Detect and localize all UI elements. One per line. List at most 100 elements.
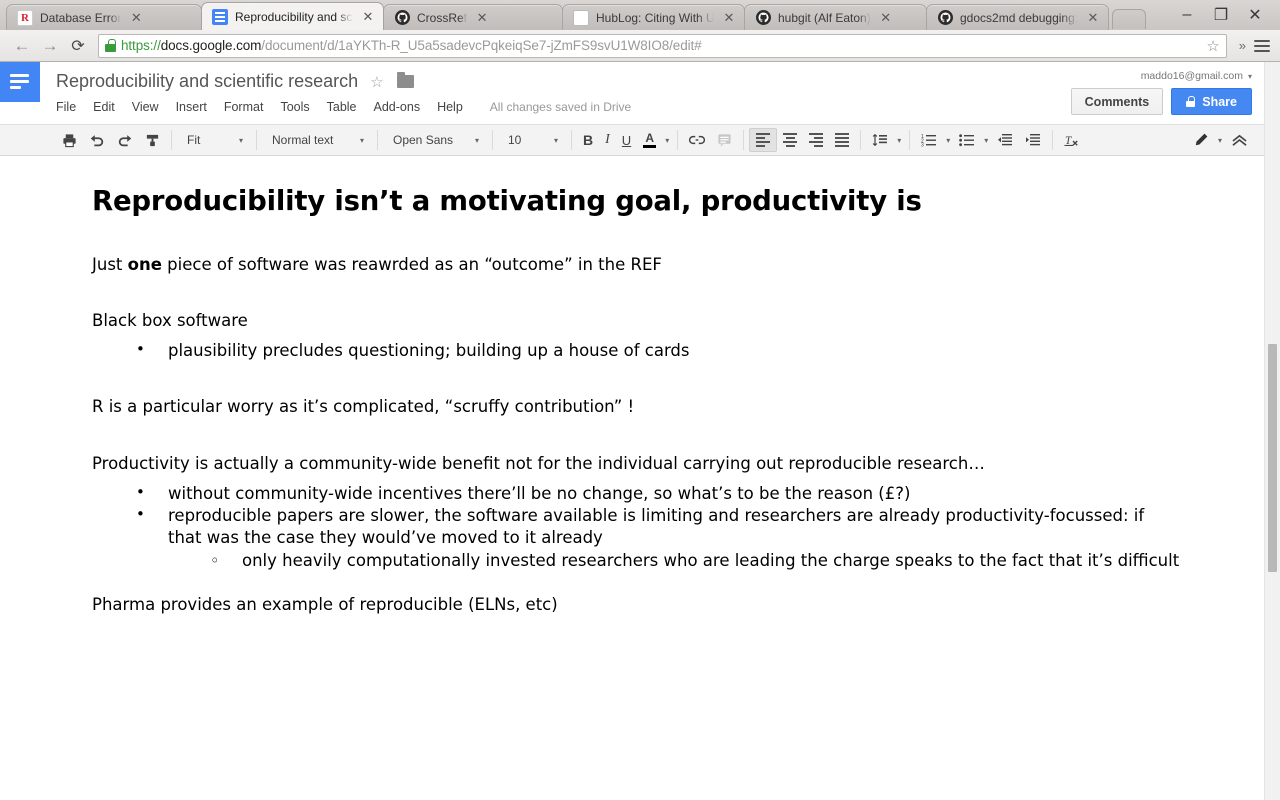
chevron-down-icon[interactable]: ▾ <box>943 128 953 152</box>
collapse-toolbar-icon[interactable] <box>1225 128 1254 152</box>
para-text-part: piece of software was reawrded as an “ou… <box>161 254 662 274</box>
italic-button[interactable]: I <box>599 128 616 152</box>
maximize-icon[interactable]: ❐ <box>1204 2 1238 28</box>
menu-format[interactable]: Format <box>216 98 272 116</box>
browser-tab-database-error[interactable]: R Database Error ✕ <box>6 4 202 30</box>
reload-icon[interactable]: ⟳ <box>64 33 92 59</box>
paragraph-ref: Just one piece of software was reawrded … <box>92 254 1112 276</box>
decrease-indent-button[interactable] <box>991 128 1019 152</box>
scrollbar-thumb[interactable] <box>1268 344 1277 572</box>
left-margin-rail <box>0 156 18 800</box>
text-color-swatch <box>643 145 657 148</box>
tab-close-icon[interactable]: ✕ <box>361 10 375 24</box>
comments-button[interactable]: Comments <box>1070 88 1164 115</box>
url-path: /document/d/1aYKTh-R_U5a5sadevcPqkeiqSe7… <box>261 38 702 53</box>
docs-toolbar: Fit ▾ Normal text ▾ Open Sans ▾ 10 ▾ B I… <box>0 124 1264 156</box>
font-family-select[interactable]: Open Sans ▾ <box>383 128 487 152</box>
forward-icon[interactable]: → <box>36 33 64 59</box>
align-left-button[interactable] <box>749 128 778 152</box>
minimize-icon[interactable]: – <box>1170 2 1204 28</box>
bulleted-list-button[interactable] <box>953 128 981 152</box>
tab-close-icon[interactable]: ✕ <box>475 11 489 25</box>
tab-title: Reproducibility and scie <box>235 9 353 24</box>
account-email-row[interactable]: maddo16@gmail.com ▾ <box>1141 70 1252 82</box>
underline-button[interactable]: U <box>616 128 637 152</box>
menu-insert[interactable]: Insert <box>168 98 215 116</box>
github-icon <box>394 10 410 26</box>
right-margin-rail <box>1250 156 1264 800</box>
account-area: maddo16@gmail.com ▾ Comments Share <box>1070 70 1252 115</box>
browser-tab-crossref[interactable]: CrossRef ✕ <box>383 4 563 30</box>
paragraph-style-select[interactable]: Normal text ▾ <box>262 128 372 152</box>
menu-edit[interactable]: Edit <box>85 98 123 116</box>
menu-table[interactable]: Table <box>319 98 365 116</box>
edit-mode-pencil-icon[interactable] <box>1187 128 1215 152</box>
overflow-chevron-icon[interactable]: » <box>1233 38 1252 53</box>
page-title[interactable]: Reproducibility and scientific research <box>56 71 358 92</box>
star-icon[interactable]: ☆ <box>370 73 383 91</box>
font-size-select[interactable]: 10 ▾ <box>498 128 566 152</box>
new-tab-button[interactable] <box>1112 9 1146 29</box>
menu-view[interactable]: View <box>124 98 167 116</box>
browser-tab-gdocs2md[interactable]: gdocs2md debugging: r ✕ <box>926 4 1109 30</box>
chevron-down-icon[interactable]: ▾ <box>1248 72 1252 81</box>
r-logo-icon: R <box>17 9 33 26</box>
address-bar[interactable]: https://docs.google.com/document/d/1aYKT… <box>98 33 1227 58</box>
tab-title: gdocs2md debugging: r <box>960 10 1078 25</box>
toolbar-divider <box>677 130 679 150</box>
tab-close-icon[interactable]: ✕ <box>129 11 143 25</box>
menu-file[interactable]: File <box>56 98 84 116</box>
url-text: https://docs.google.com/document/d/1aYKT… <box>121 38 702 53</box>
zoom-select[interactable]: Fit ▾ <box>177 128 251 152</box>
list-item: plausibility precludes questioning; buil… <box>92 339 1182 362</box>
toolbar-divider <box>860 130 862 150</box>
paragraph-productivity: Productivity is actually a community-wid… <box>92 453 985 473</box>
browser-tab-hublog[interactable]: HubLog: Citing With URl ✕ <box>562 4 745 30</box>
menu-help[interactable]: Help <box>429 98 471 116</box>
undo-icon[interactable] <box>83 128 111 152</box>
insert-comment-icon[interactable] <box>711 128 738 152</box>
folder-icon[interactable] <box>396 72 414 88</box>
align-center-button[interactable] <box>777 128 803 152</box>
tab-title: CrossRef <box>417 10 468 25</box>
tab-close-icon[interactable]: ✕ <box>722 11 736 25</box>
tab-close-icon[interactable]: ✕ <box>879 11 893 25</box>
chevron-down-icon[interactable]: ▾ <box>1215 128 1225 152</box>
document-body[interactable]: Reproducibility isn’t a motivating goal,… <box>18 156 1250 800</box>
chevron-down-icon[interactable]: ▾ <box>662 128 672 152</box>
clear-formatting-button[interactable]: T <box>1058 128 1087 152</box>
menu-addons[interactable]: Add-ons <box>366 98 429 116</box>
tab-close-icon[interactable]: ✕ <box>1086 11 1100 25</box>
bold-button[interactable]: B <box>577 128 599 152</box>
vertical-scrollbar[interactable] <box>1264 62 1280 800</box>
toolbar-divider <box>743 130 745 150</box>
svg-text:3: 3 <box>921 143 924 148</box>
chevron-down-icon[interactable]: ▾ <box>894 128 904 152</box>
increase-indent-button[interactable] <box>1019 128 1047 152</box>
align-justify-button[interactable] <box>829 128 855 152</box>
browser-tab-reproducibility[interactable]: Reproducibility and scie ✕ <box>201 2 384 30</box>
close-icon[interactable]: ✕ <box>1238 2 1272 28</box>
bookmark-star-icon[interactable]: ☆ <box>1206 37 1219 55</box>
share-button[interactable]: Share <box>1171 88 1252 115</box>
menu-tools[interactable]: Tools <box>272 98 317 116</box>
redo-icon[interactable] <box>111 128 139 152</box>
align-right-button[interactable] <box>803 128 829 152</box>
page-icon <box>573 9 589 26</box>
style-value: Normal text <box>272 133 334 147</box>
print-icon[interactable] <box>56 128 83 152</box>
docs-header: Reproducibility and scientific research … <box>0 62 1264 124</box>
browser-toolbar: ← → ⟳ https://docs.google.com/document/d… <box>0 30 1280 62</box>
chrome-menu-icon[interactable] <box>1252 39 1272 52</box>
numbered-list-button[interactable]: 123 <box>915 128 943 152</box>
font-size-value: 10 <box>508 133 522 147</box>
back-icon[interactable]: ← <box>8 33 36 59</box>
line-spacing-button[interactable] <box>866 128 894 152</box>
chevron-down-icon[interactable]: ▾ <box>981 128 991 152</box>
tab-title: Database Error <box>40 10 122 25</box>
insert-link-icon[interactable] <box>683 128 711 152</box>
paint-format-icon[interactable] <box>139 128 166 152</box>
browser-tab-hubgit[interactable]: hubgit (Alf Eaton) ✕ <box>744 4 927 30</box>
text-color-button[interactable]: A <box>637 128 662 152</box>
google-docs-logo[interactable] <box>0 62 40 102</box>
